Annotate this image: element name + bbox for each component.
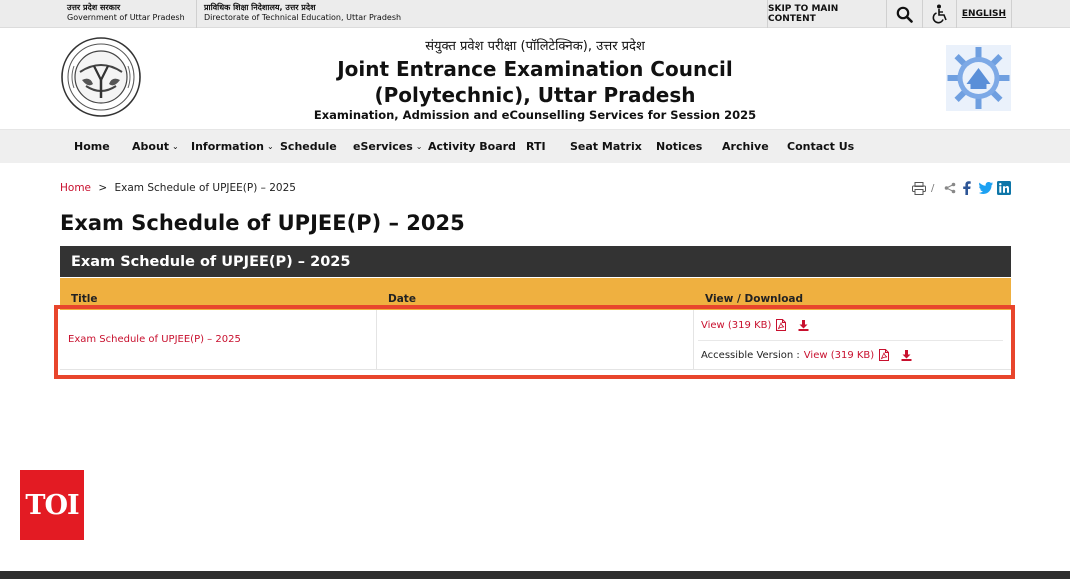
site-subtitle: Examination, Admission and eCounselling … xyxy=(313,108,757,122)
breadcrumb-separator: > xyxy=(98,182,108,194)
language-selector[interactable]: ENGLISH xyxy=(956,0,1012,28)
main-nav: Home About ⌄ Information ⌄ Schedule eServi… xyxy=(0,130,1070,163)
nav-archive[interactable]: Archive xyxy=(722,130,769,163)
facebook-button[interactable] xyxy=(962,181,971,195)
share-icon xyxy=(944,182,956,194)
nav-schedule[interactable]: Schedule xyxy=(280,130,337,163)
nav-label: Home xyxy=(74,140,110,153)
nav-notices[interactable]: Notices xyxy=(656,130,702,163)
print-icon xyxy=(912,181,926,195)
site-header: संयुक्त प्रवेश परीक्षा (पॉलिटेक्निक), उत… xyxy=(0,28,1070,130)
nav-label: Activity Board xyxy=(428,140,516,153)
twitter-icon xyxy=(979,182,993,194)
dte-label: प्राविधिक शिक्षा निदेशालय, उत्तर प्रदेश … xyxy=(204,3,401,23)
gov-up-english: Government of Uttar Pradesh xyxy=(67,13,185,22)
twitter-button[interactable] xyxy=(979,181,993,195)
nav-label: Contact Us xyxy=(787,140,855,153)
search-button[interactable] xyxy=(886,0,922,28)
dte-english: Directorate of Technical Education, Utta… xyxy=(204,13,402,22)
site-title-line1: Joint Entrance Examination Council xyxy=(337,57,733,81)
chevron-down-icon: ⌄ xyxy=(267,142,274,151)
hindi-title: संयुक्त प्रवेश परीक्षा (पॉलिटेक्निक), उत… xyxy=(425,39,645,54)
nav-label: About xyxy=(132,140,170,153)
table-caption: Exam Schedule of UPJEE(P) – 2025 xyxy=(60,246,1011,277)
chevron-down-icon: ⌄ xyxy=(172,142,179,151)
nav-activity-board[interactable]: Activity Board xyxy=(428,130,516,163)
nav-label: RTI xyxy=(526,140,546,153)
nav-information[interactable]: Information ⌄ xyxy=(191,130,274,163)
highlight-annotation-box xyxy=(54,305,1015,379)
gov-up-label: उत्तर प्रदेश सरकार Government of Uttar P… xyxy=(67,3,185,23)
jeec-logo-icon[interactable] xyxy=(946,45,1011,111)
nav-eservices[interactable]: eServices ⌄ xyxy=(353,130,422,163)
nav-label: Information xyxy=(191,140,264,153)
nav-rti[interactable]: RTI xyxy=(526,130,546,163)
nav-label: Notices xyxy=(656,140,703,153)
accessibility-button[interactable] xyxy=(922,0,956,28)
nav-label: Schedule xyxy=(280,140,337,153)
nav-contact-us[interactable]: Contact Us xyxy=(787,130,854,163)
breadcrumb: Home > Exam Schedule of UPJEE(P) – 2025 xyxy=(60,182,296,194)
breadcrumb-current: Exam Schedule of UPJEE(P) – 2025 xyxy=(114,182,296,194)
dte-hindi: प्राविधिक शिक्षा निदेशालय, उत्तर प्रदेश xyxy=(204,3,316,12)
nav-about[interactable]: About ⌄ xyxy=(132,130,179,163)
top-divider xyxy=(196,0,197,28)
gov-up-hindi: उत्तर प्रदेश सरकार xyxy=(67,3,121,12)
page-title: Exam Schedule of UPJEE(P) – 2025 xyxy=(60,211,465,235)
breadcrumb-home-link[interactable]: Home xyxy=(60,182,91,194)
facebook-icon xyxy=(963,181,971,195)
share-button[interactable] xyxy=(944,181,956,195)
share-separator: / xyxy=(931,182,935,194)
linkedin-icon xyxy=(997,181,1011,195)
linkedin-button[interactable] xyxy=(997,181,1011,195)
nav-seat-matrix[interactable]: Seat Matrix xyxy=(570,130,642,163)
site-title-line2: (Polytechnic), Uttar Pradesh xyxy=(374,83,696,107)
nav-label: Seat Matrix xyxy=(570,140,642,153)
nav-label: eServices xyxy=(353,140,413,153)
print-button[interactable] xyxy=(912,181,926,195)
search-icon xyxy=(896,6,913,23)
toi-logo: TOI xyxy=(20,470,84,540)
footer-bar xyxy=(0,571,1070,579)
top-bar: उत्तर प्रदेश सरकार Government of Uttar P… xyxy=(0,0,1070,28)
skip-to-main-link[interactable]: SKIP TO MAIN CONTENT xyxy=(767,0,886,28)
site-title[interactable]: Joint Entrance Examination Council (Poly… xyxy=(0,56,1070,108)
chevron-down-icon: ⌄ xyxy=(415,142,423,151)
nav-label: Archive xyxy=(722,140,769,153)
nav-home[interactable]: Home xyxy=(74,130,110,163)
wheelchair-icon xyxy=(932,4,947,24)
